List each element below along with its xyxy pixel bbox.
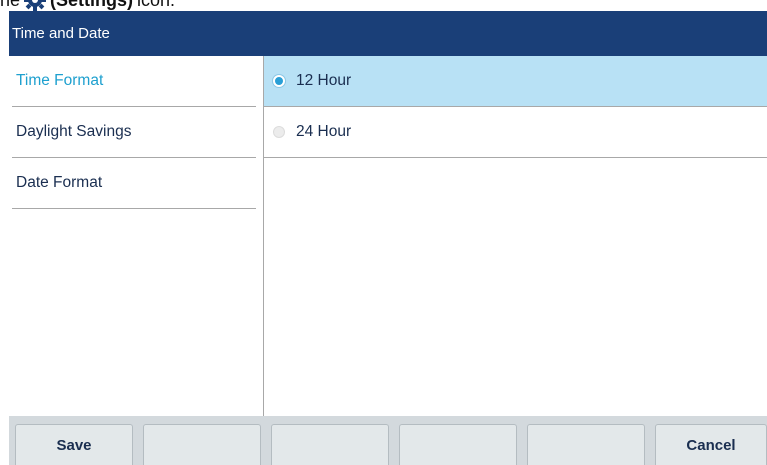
option-24-hour[interactable]: 24 Hour xyxy=(264,107,767,158)
softkey-bar: Save Cancel xyxy=(9,416,767,465)
settings-menu: Time Format Daylight Savings Date Format xyxy=(9,56,263,416)
menu-item-label: Date Format xyxy=(16,174,103,191)
option-12-hour[interactable]: 12 Hour xyxy=(264,56,767,107)
caption-suffix: icon. xyxy=(137,0,175,11)
softkey-3[interactable] xyxy=(271,424,389,465)
title-bar: Time and Date xyxy=(9,11,767,56)
caption-bold-text: (Settings) xyxy=(50,0,133,11)
softkey-4[interactable] xyxy=(399,424,517,465)
menu-item-date-format[interactable]: Date Format xyxy=(12,158,256,209)
softkey-2[interactable] xyxy=(143,424,261,465)
gear-icon xyxy=(24,0,47,11)
save-button[interactable]: Save xyxy=(15,424,133,465)
menu-item-daylight-savings[interactable]: Daylight Savings xyxy=(12,107,256,158)
softkey-5[interactable] xyxy=(527,424,645,465)
caption-line: he (Settings) icon. xyxy=(0,0,175,11)
option-label: 24 Hour xyxy=(296,123,352,140)
cancel-button[interactable]: Cancel xyxy=(655,424,767,465)
menu-item-time-format[interactable]: Time Format xyxy=(12,56,256,107)
menu-item-label: Time Format xyxy=(16,72,104,89)
caption-prefix: he xyxy=(0,0,20,11)
radio-selected-icon xyxy=(273,75,285,87)
page-title: Time and Date xyxy=(12,25,110,42)
radio-unselected-icon xyxy=(273,126,285,138)
option-label: 12 Hour xyxy=(296,72,352,89)
menu-item-label: Daylight Savings xyxy=(16,123,132,140)
